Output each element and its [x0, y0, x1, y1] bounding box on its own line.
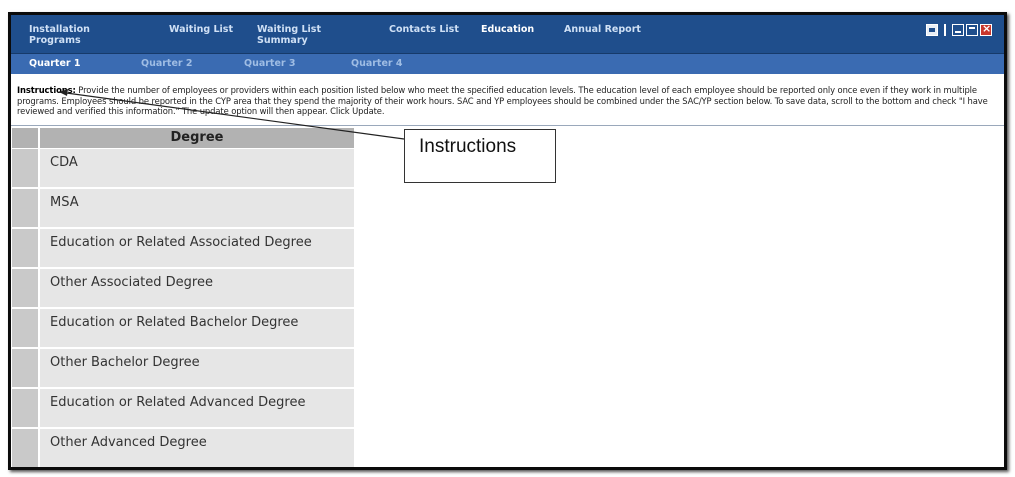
nav-installation-programs[interactable]: Installation Programs	[29, 24, 90, 46]
table-row: CDA	[12, 149, 354, 187]
degree-cell: CDA	[40, 149, 354, 187]
instructions-text: Instructions: Provide the number of empl…	[17, 85, 1002, 117]
print-icon[interactable]	[926, 24, 938, 36]
instructions-callout: Instructions	[404, 129, 556, 183]
table-row: Education or Related Advanced Degree	[12, 389, 354, 427]
row-gutter	[12, 389, 38, 427]
row-gutter	[12, 309, 38, 347]
degree-cell: Education or Related Bachelor Degree	[40, 309, 354, 347]
nav-waiting-list[interactable]: Waiting List	[169, 24, 233, 35]
tab-quarter-1[interactable]: Quarter 1	[29, 58, 81, 69]
divider	[11, 125, 1004, 126]
table-row: Education or Related Bachelor Degree	[12, 309, 354, 347]
degree-cell: Other Associated Degree	[40, 269, 354, 307]
top-navigation: Installation Programs Waiting List Waiti…	[11, 15, 1004, 54]
instructions-body: Provide the number of employees or provi…	[17, 85, 988, 116]
row-gutter	[12, 429, 38, 467]
header-gutter	[12, 128, 38, 148]
degree-column-header: Degree	[40, 128, 354, 148]
degree-cell: MSA	[40, 189, 354, 227]
table-row: Other Advanced Degree	[12, 429, 354, 467]
table-header-row: Degree	[12, 128, 354, 148]
quarter-tabs: Quarter 1 Quarter 2 Quarter 3 Quarter 4	[11, 54, 1004, 74]
tab-quarter-4[interactable]: Quarter 4	[351, 58, 403, 69]
table-row: Education or Related Associated Degree	[12, 229, 354, 267]
nav-contacts-list[interactable]: Contacts List	[389, 24, 459, 35]
separator	[944, 24, 946, 36]
degree-cell: Other Bachelor Degree	[40, 349, 354, 387]
table-row: Other Bachelor Degree	[12, 349, 354, 387]
row-gutter	[12, 269, 38, 307]
nav-annual-report[interactable]: Annual Report	[564, 24, 641, 35]
window-controls	[926, 22, 994, 38]
tab-quarter-2[interactable]: Quarter 2	[141, 58, 193, 69]
maximize-icon[interactable]	[966, 24, 978, 36]
minimize-icon[interactable]	[952, 24, 964, 36]
row-gutter	[12, 349, 38, 387]
table-row: Other Associated Degree	[12, 269, 354, 307]
degree-cell: Education or Related Advanced Degree	[40, 389, 354, 427]
row-gutter	[12, 189, 38, 227]
degree-cell: Education or Related Associated Degree	[40, 229, 354, 267]
row-gutter	[12, 229, 38, 267]
tab-quarter-3[interactable]: Quarter 3	[244, 58, 296, 69]
degree-cell: Other Advanced Degree	[40, 429, 354, 467]
row-gutter	[12, 149, 38, 187]
instructions-label: Instructions:	[17, 85, 76, 95]
close-icon[interactable]	[980, 22, 992, 36]
nav-education[interactable]: Education	[481, 24, 534, 35]
table-row: MSA	[12, 189, 354, 227]
app-window: Installation Programs Waiting List Waiti…	[8, 12, 1007, 470]
nav-waiting-list-summary[interactable]: Waiting List Summary	[257, 24, 321, 46]
